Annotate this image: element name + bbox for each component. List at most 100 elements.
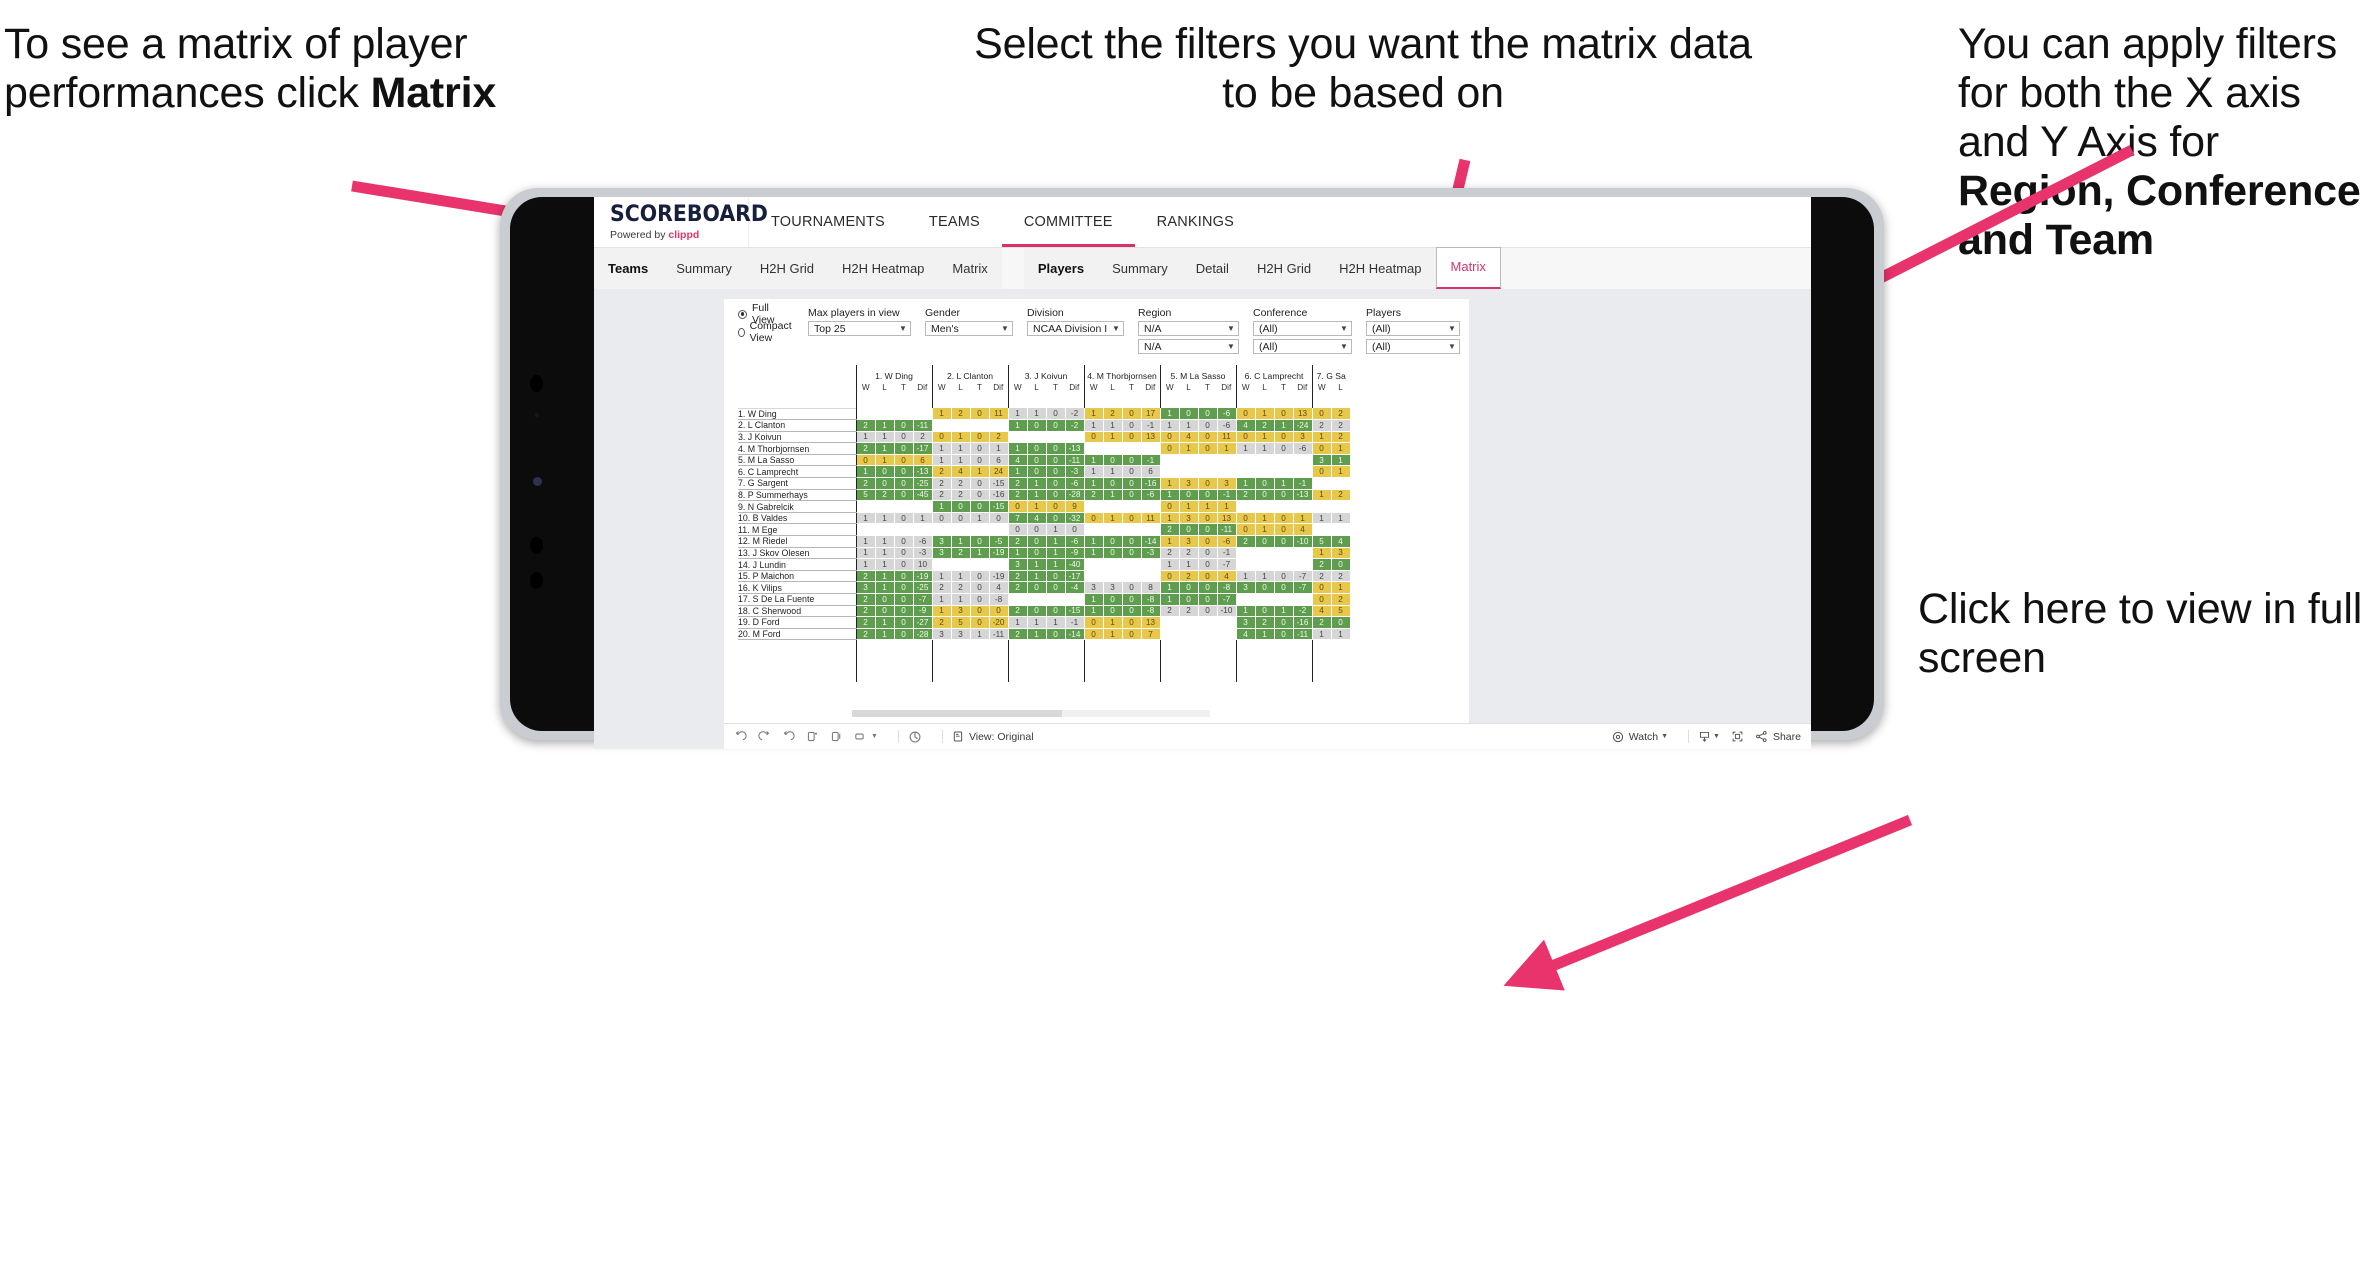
nav-item-rankings[interactable]: RANKINGS xyxy=(1135,197,1256,247)
matrix-cell: 1 xyxy=(1083,605,1104,618)
matrix-cell xyxy=(1159,465,1180,479)
matrix-cell xyxy=(1217,616,1237,629)
matrix-cell: 0 xyxy=(1027,605,1047,618)
matrix-row: 12. M Riedel 1 1 0 -6 3 1 0 -5 2 0 1 -6 1 0 0 -14 1 3 0 -6 2 0… xyxy=(738,535,1351,548)
region-y-dropdown[interactable]: N/A ▼ xyxy=(1138,339,1240,354)
device-layout-icon[interactable]: ▼ xyxy=(854,730,878,743)
radio-full-view[interactable]: Full View xyxy=(738,302,794,326)
matrix-cell xyxy=(1235,593,1256,606)
conference-y-value: (All) xyxy=(1259,340,1278,353)
watch-label: Watch xyxy=(1628,730,1659,743)
matrix-cell: -7 xyxy=(1293,570,1313,583)
matrix-cell: -15 xyxy=(1065,605,1085,618)
matrix-cell: 0 xyxy=(1122,477,1142,490)
radio-compact-view[interactable]: Compact View xyxy=(738,320,794,344)
matrix-row: 3. J Koivun 1 1 0 2 0 1 0 2 0 1 0 13 0 4 0 11 0 1 0 3 1 2 xyxy=(738,430,1351,444)
max-players-dropdown[interactable]: Top 25 ▼ xyxy=(808,321,912,336)
matrix-bottom-spacer xyxy=(738,639,1350,683)
matrix-row: 18. C Sherwood 2 0 0 -9 1 3 0 0 2 0 0 -15 1 0 0 -8 2 2 0 -10… xyxy=(738,604,1351,618)
matrix-cell: -25 xyxy=(913,477,933,490)
matrix-cell: 0 xyxy=(1198,512,1218,525)
matrix-cell: 2 xyxy=(1007,489,1028,502)
matrix-cell: 0 xyxy=(1046,500,1066,513)
matrix-cell: 1 xyxy=(1159,419,1180,432)
tab-players[interactable]: Players xyxy=(1024,248,1098,290)
tab-players-h2h-grid[interactable]: H2H Grid xyxy=(1243,248,1325,290)
matrix-cell xyxy=(855,523,876,537)
matrix-cell: -19 xyxy=(989,547,1009,560)
division-dropdown[interactable]: NCAA Division I ▼ xyxy=(1027,321,1125,336)
nav-item-tournaments[interactable]: TOURNAMENTS xyxy=(749,197,907,247)
watch-button[interactable]: Watch ▼ xyxy=(1612,731,1668,743)
region-filter: Region N/A ▼ N/A ▼ xyxy=(1138,307,1240,357)
tab-teams-summary[interactable]: Summary xyxy=(662,248,746,290)
matrix-cell: 0 xyxy=(894,454,914,467)
nav-item-teams[interactable]: TEAMS xyxy=(907,197,1002,247)
matrix-cell: 1 xyxy=(970,465,990,479)
matrix-cell: -7 xyxy=(1293,581,1313,594)
matrix-cell: 1 xyxy=(1235,442,1256,455)
matrix-cell: 1 xyxy=(875,419,895,432)
players-tab-group: Players Summary Detail H2H Grid H2H Heat… xyxy=(1023,246,1501,290)
matrix-cell xyxy=(989,419,1009,432)
matrix-cell xyxy=(1235,500,1256,513)
matrix-cell: 3 xyxy=(951,628,971,641)
revert-icon[interactable] xyxy=(782,730,795,743)
matrix-sub-header: W xyxy=(855,381,875,394)
tab-players-matrix[interactable]: Matrix xyxy=(1435,246,1501,289)
matrix-cell: 0 xyxy=(1179,581,1199,594)
matrix-cell xyxy=(1141,500,1161,513)
matrix-cell xyxy=(913,408,933,421)
matrix-cell: 0 xyxy=(1046,454,1066,467)
filter-bar: Full View Compact View Max players in vi… xyxy=(724,299,1469,361)
app-logo[interactable]: SCOREBOARD Powered by clippd xyxy=(594,197,768,247)
region-x-dropdown[interactable]: N/A ▼ xyxy=(1138,321,1240,336)
matrix-cell: 0 xyxy=(894,419,914,432)
matrix-cell: -19 xyxy=(913,570,933,583)
tab-players-detail[interactable]: Detail xyxy=(1182,248,1243,290)
division-value: NCAA Division I xyxy=(1033,322,1108,335)
conference-y-dropdown[interactable]: (All) ▼ xyxy=(1253,339,1353,354)
matrix-row: 11. M Ege 0 0 1 0 2 0 0 -11 0 1 0 4 xyxy=(738,523,1351,537)
matrix-cell: -7 xyxy=(1217,593,1237,606)
matrix-cell: 0 xyxy=(970,489,990,502)
matrix-cell: 1 xyxy=(1159,477,1180,490)
matrix-cell: -17 xyxy=(913,442,933,455)
players-x-dropdown[interactable]: (All) ▼ xyxy=(1366,321,1461,336)
refresh-icon[interactable] xyxy=(806,730,819,743)
undo-icon[interactable] xyxy=(734,730,747,743)
redo-icon[interactable] xyxy=(758,730,771,743)
tab-teams-matrix[interactable]: Matrix xyxy=(938,248,1001,290)
tab-teams[interactable]: Teams xyxy=(594,248,662,290)
conference-x-dropdown[interactable]: (All) ▼ xyxy=(1253,321,1353,336)
players-y-dropdown[interactable]: (All) ▼ xyxy=(1366,339,1461,354)
tab-players-summary[interactable]: Summary xyxy=(1098,248,1182,290)
pause-icon[interactable] xyxy=(830,730,843,743)
matrix-cell xyxy=(1255,547,1275,560)
tab-teams-h2h-grid[interactable]: H2H Grid xyxy=(746,248,828,290)
nav-item-committee[interactable]: COMMITTEE xyxy=(1001,197,1135,247)
share-button[interactable]: Share xyxy=(1755,730,1801,743)
download-icon[interactable]: ▼ xyxy=(1698,730,1720,743)
reset-icon[interactable] xyxy=(908,730,922,744)
primary-nav: TOURNAMENTS TEAMS COMMITTEE RANKINGS xyxy=(749,197,1256,247)
gender-dropdown[interactable]: Men's ▼ xyxy=(925,321,1014,336)
tab-players-h2h-heatmap[interactable]: H2H Heatmap xyxy=(1325,248,1435,290)
matrix-cell: 0 xyxy=(1331,558,1351,571)
fullscreen-icon[interactable] xyxy=(1731,730,1744,743)
matrix-cell: 0 xyxy=(1274,431,1294,444)
horizontal-scrollbar[interactable] xyxy=(852,710,1210,717)
matrix-cell: 1 xyxy=(1255,408,1275,421)
scrollbar-thumb[interactable] xyxy=(852,710,1062,717)
custom-view-button[interactable]: View: Original xyxy=(952,730,1034,743)
matrix-cell: 3 xyxy=(1235,581,1256,594)
matrix-sub-header: Dif xyxy=(993,383,1004,392)
matrix-row-label: 10. B Valdes xyxy=(738,511,856,525)
matrix-cell xyxy=(1141,558,1161,571)
matrix-cell: 13 xyxy=(1293,408,1313,421)
tab-teams-h2h-heatmap[interactable]: H2H Heatmap xyxy=(828,248,938,290)
annotation-axis-hint: You can apply filters for both the X axi… xyxy=(1958,20,2378,265)
matrix-cell: 7 xyxy=(1007,512,1028,525)
matrix-cell: 2 xyxy=(855,570,876,583)
matrix-cell: 1 xyxy=(1027,500,1047,513)
